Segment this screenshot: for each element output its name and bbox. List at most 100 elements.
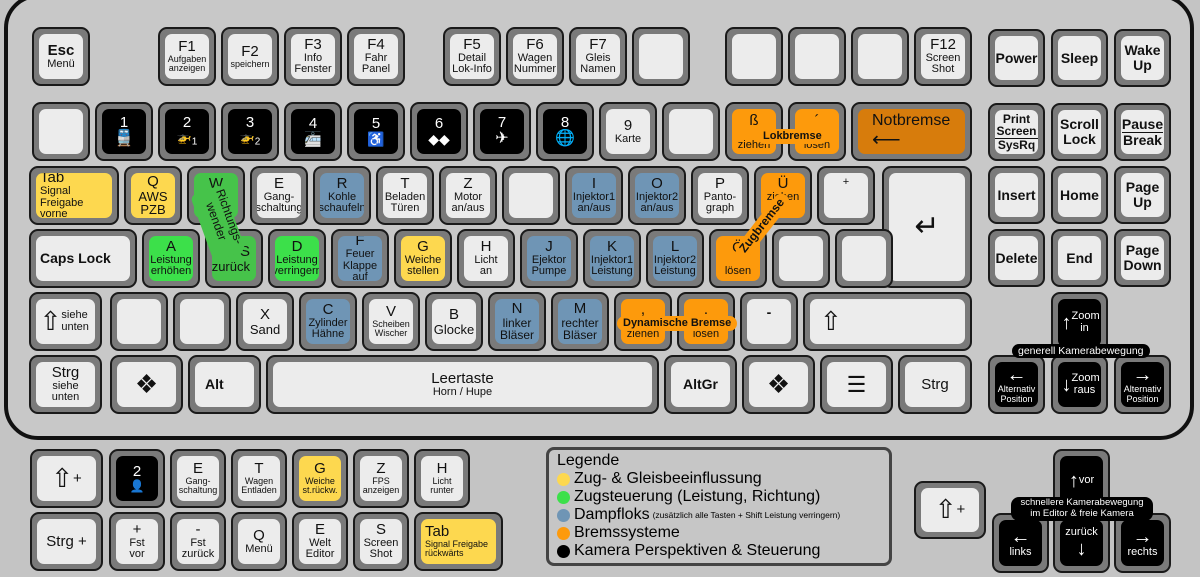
key-0[interactable] [662,102,720,161]
key-page-up[interactable]: Page Up [1114,166,1171,224]
key-desc: Screen Shot [363,536,399,561]
windows-logo-icon: ❖ [766,368,791,399]
key-c[interactable]: C Zylinder Hähne [299,292,357,351]
key-f10[interactable] [788,27,846,86]
key-power[interactable]: Power [988,29,1045,87]
key-windows-left[interactable]: ❖ [110,355,183,414]
key-4[interactable]: 4 🚈 [284,102,342,161]
key-r[interactable]: R Kohle schaufeln [313,166,371,225]
key-shift-left[interactable]: ⇧ siehe unten [29,292,102,351]
key-j[interactable]: J Ejektor Pumpe [520,229,578,288]
fast-camera-label: schnellere Kamerabewegung im Editor & fr… [1011,497,1153,521]
key-sleep[interactable]: Sleep [1051,29,1108,87]
legend-dot-green [557,490,570,504]
key-g[interactable]: G Weiche stellen [394,229,452,288]
key-5[interactable]: 5 ♿ [347,102,405,161]
key-backspace-notbremse[interactable]: Notbremse ⟵ [851,102,972,161]
key-2[interactable]: 2 🚁1 [158,102,216,161]
key-a[interactable]: A Leistung erhöhen [142,229,200,288]
key-i[interactable]: I Injektor1 an/aus [565,166,623,225]
key-label: Q [147,173,159,190]
key-minus[interactable]: - [740,292,798,351]
key-ae[interactable] [772,229,830,288]
key-f12[interactable]: F12 Screen Shot [914,27,972,86]
key-9[interactable]: 9 Karte [599,102,657,161]
key-arrow-left[interactable]: ← Alternativ Position [988,355,1045,414]
key-f11[interactable] [851,27,909,86]
key-q[interactable]: Q AWS PZB [124,166,182,225]
key-label: AltGr [683,376,718,393]
key-6[interactable]: 6 ◆◆ [410,102,468,161]
key-p[interactable]: P Panto-graph [691,166,749,225]
key-1[interactable]: 1 🚆 [95,102,153,161]
key-menu[interactable]: ☰ [820,355,893,414]
key-n[interactable]: Nlinker Bläser [488,292,546,351]
key-pause[interactable]: Pause Break [1114,103,1171,161]
key-z[interactable]: Z Motor an/aus [439,166,497,225]
arrow-left-icon: ← [1010,526,1031,549]
key-f1[interactable]: F1 Aufgaben anzeigen [158,27,216,86]
legend-dot-yellow [557,472,570,486]
key-o[interactable]: O Injektor2 an/aus [628,166,686,225]
key-desc: linker Bläser [499,315,534,343]
key-f2[interactable]: F2 speichern [221,27,279,86]
fast-camera-left: ← links [992,513,1049,573]
key-k[interactable]: K Injektor1 Leistung [583,229,641,288]
key-b[interactable]: B Glocke [425,292,483,351]
key-f9[interactable] [725,27,783,86]
key-print-screen[interactable]: Print Screen SysRq [988,103,1045,161]
key-desc: AWS PZB [138,188,168,218]
key-desc: Beladen Türen [384,190,426,215]
key-space[interactable]: Leertaste Horn / Hupe [266,355,659,414]
key-strg-left[interactable]: Strg siehe unten [29,355,102,414]
key-desc: lösen [692,328,720,341]
key-e[interactable]: E Gang-schaltung [250,166,308,225]
key-delete[interactable]: Delete [988,229,1045,287]
key-desc: Leistung erhöhen [150,253,192,278]
key-l[interactable]: L Injektor2 Leistung [646,229,704,288]
key-scroll-lock[interactable]: Scroll Lock [1051,103,1108,161]
key-caps-lock[interactable]: Caps Lock [29,229,137,288]
key-m[interactable]: Mrechter Bläser [551,292,609,351]
key-arrow-right[interactable]: → Alternativ Position [1114,355,1171,414]
key-plus[interactable]: + [817,166,875,225]
key-f4[interactable]: F4 Fahr Panel [347,27,405,86]
key-home[interactable]: Home [1051,166,1108,224]
key-v[interactable]: V Scheiben Wischer [362,292,420,351]
key-y[interactable] [173,292,231,351]
key-alt[interactable]: Alt [188,355,261,414]
key-t[interactable]: T Beladen Türen [376,166,434,225]
key-tab[interactable]: Tab Signal Freigabe vorne [29,166,119,225]
key-windows-right[interactable]: ❖ [742,355,815,414]
key-f3[interactable]: F3 Info Fenster [284,27,342,86]
key-8[interactable]: 8 🌐 [536,102,594,161]
key-d[interactable]: D Leistung verringern [268,229,326,288]
key-arrow-down[interactable]: ↓ Zoom raus [1051,355,1108,414]
key-f8[interactable] [632,27,690,86]
key-label: 6 [434,115,444,133]
key-x[interactable]: X Sand [236,292,294,351]
key-hash[interactable] [835,229,893,288]
key-u[interactable] [502,166,560,225]
key-3[interactable]: 3 🚁2 [221,102,279,161]
key-f5[interactable]: F5 Detail Lok-Info [443,27,501,86]
key-end[interactable]: End [1051,229,1108,287]
key-altgr[interactable]: AltGr [664,355,737,414]
key-enter[interactable]: ↵ [882,166,972,288]
key-angle[interactable] [110,292,168,351]
key-f6[interactable]: F6 Wagen Nummer [506,27,564,86]
key-strg-right[interactable]: Strg [898,355,972,414]
key-caret[interactable] [32,102,90,161]
key-esc[interactable]: Esc Menü [32,27,90,86]
key-page-down[interactable]: Page Down [1114,229,1171,287]
key-wake-up[interactable]: Wake Up [1114,29,1171,87]
key-7[interactable]: 7 ✈ [473,102,531,161]
shift-arrow-icon: ⇧ [820,305,842,336]
key-f7[interactable]: F7 Gleis Namen [569,27,627,86]
key-f[interactable]: F Feuer Klappe auf [331,229,389,288]
key-desc: Licht an [474,253,498,278]
key-desc: lösen [724,265,752,278]
key-shift-right[interactable]: ⇧ [803,292,972,351]
key-h[interactable]: H Licht an [457,229,515,288]
key-insert[interactable]: Insert [988,166,1045,224]
